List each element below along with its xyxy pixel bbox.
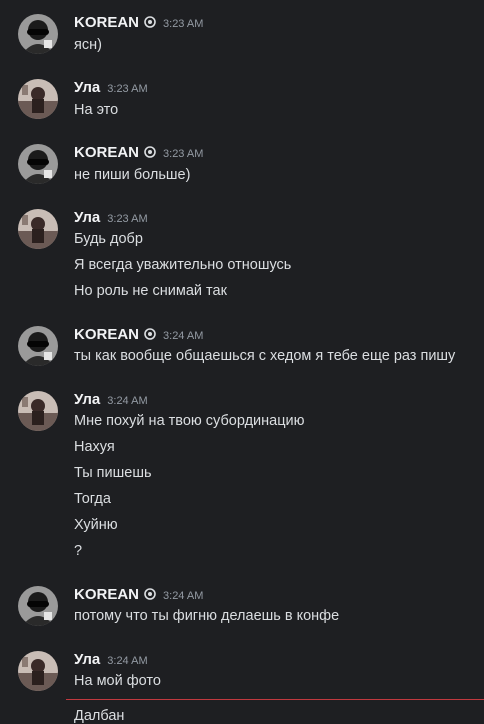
timestamp: 3:24 AM [107,655,148,667]
message-text: Будь добр [74,231,143,247]
shield-icon [144,327,156,340]
avatar[interactable] [18,651,58,691]
timestamp: 3:23 AM [163,148,204,160]
avatar[interactable] [18,79,58,119]
author-name[interactable]: KOREAN [74,14,139,31]
author-name[interactable]: Ула [74,391,100,408]
message-text: Хуйню [74,517,118,533]
message-text: Тогда [74,491,111,507]
author-name[interactable]: Ула [74,209,100,226]
timestamp: 3:23 AM [107,213,148,225]
message-list: KOREAN 3:23 AM ясн) Ула 3:23 AM На это K… [0,0,484,724]
timestamp: 3:24 AM [163,590,204,602]
message-text: Мне похуй на твою субординацию [74,413,305,429]
message-text: Нахуя [74,439,115,455]
avatar[interactable] [18,209,58,249]
shield-icon [144,145,156,158]
message-text: На мой фото [74,673,161,689]
new-messages-divider [66,699,484,700]
author-name[interactable]: Ула [74,79,100,96]
avatar[interactable] [18,14,58,54]
message-text: Далбан [74,708,125,724]
avatar[interactable] [18,326,58,366]
author-name[interactable]: KOREAN [74,144,139,161]
timestamp: 3:24 AM [163,330,204,342]
message-text: На это [74,102,119,118]
message-text: потому что ты фигню делаешь в конфе [74,608,340,624]
message-text: Я всегда уважительно отношусь [74,257,292,273]
timestamp: 3:23 AM [107,83,148,95]
author-name[interactable]: KOREAN [74,586,139,603]
shield-icon [144,15,156,28]
avatar[interactable] [18,586,58,626]
author-name[interactable]: Ула [74,651,100,668]
message-text: ясн) [74,37,102,53]
avatar[interactable] [18,391,58,431]
avatar[interactable] [18,144,58,184]
message-text: Ты пишешь [74,465,152,481]
message-text: ? [74,543,83,559]
shield-icon [144,587,156,600]
message-text: Но роль не снимай так [74,283,227,299]
author-name[interactable]: KOREAN [74,326,139,343]
message-text: ты как вообще общаешься с хедом я тебе е… [74,348,456,364]
timestamp: 3:23 AM [163,18,204,30]
timestamp: 3:24 AM [107,395,148,407]
message-text: не пиши больше) [74,167,191,183]
